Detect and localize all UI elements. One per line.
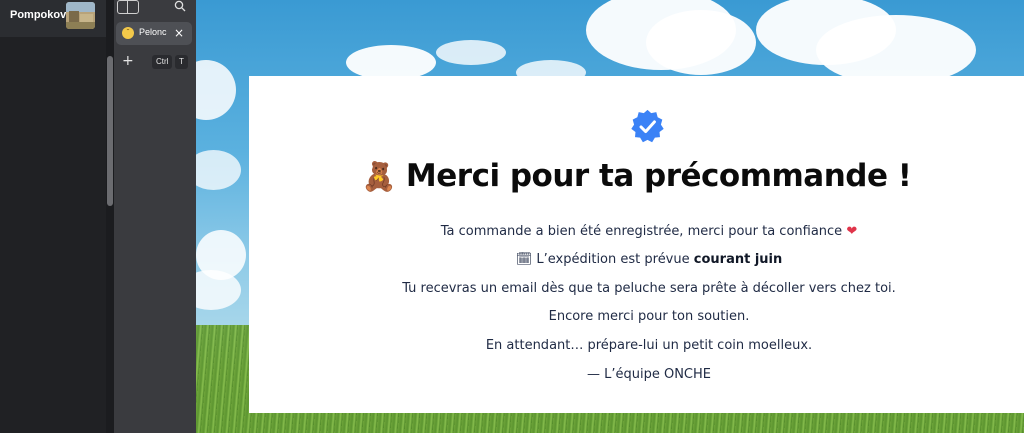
smiley-face-icon: ˘ (122, 27, 134, 39)
tab-pelonci[interactable]: ˘ Pelonci × (116, 22, 192, 45)
email-notice: Tu recevras un email dès que ta peluche … (402, 281, 896, 296)
heart-icon: ❤ (846, 224, 858, 239)
plus-icon: + (122, 53, 134, 69)
page-title-text: Merci pour ta précommande ! (405, 158, 912, 194)
calendar-icon: 🗓 (515, 252, 533, 267)
close-icon[interactable]: × (174, 25, 184, 41)
waiting-line: En attendant… prépare-lui un petit coin … (485, 338, 813, 353)
profile-switcher[interactable]: Pompokov (0, 0, 106, 37)
shipping-line: 🗓 L’expédition est prévue courant juin (249, 252, 1024, 267)
profile-avatar[interactable] (66, 2, 95, 29)
profile-name: Pompokov (10, 9, 67, 21)
sidebar-scroll-thumb[interactable] (107, 56, 113, 206)
confirmation-line: Ta commande a bien été enregistrée, merc… (249, 224, 1024, 239)
search-icon[interactable] (174, 0, 186, 12)
tab-title: Pelonci (139, 27, 167, 37)
signature: — L’équipe ONCHE (586, 367, 711, 382)
thanks-line: Encore merci pour ton soutien. (548, 309, 750, 324)
teddy-bear-icon: 🧸 (361, 160, 397, 193)
sidebar-toggle-icon[interactable] (117, 0, 139, 14)
verified-check-icon (631, 109, 664, 143)
shortcut-key-ctrl: Ctrl (152, 55, 173, 69)
page-title: 🧸 Merci pour ta précommande ! (249, 158, 1024, 194)
new-tab-button[interactable]: + Ctrl T (116, 53, 192, 72)
profile-rail: Pompokov (0, 0, 106, 433)
shipping-date: courant juin (693, 252, 783, 267)
shipping-text: L’expédition est prévue (536, 252, 690, 267)
shortcut-key-t: T (175, 55, 188, 69)
confirmation-text: Ta commande a bien été enregistrée, merc… (440, 224, 843, 239)
